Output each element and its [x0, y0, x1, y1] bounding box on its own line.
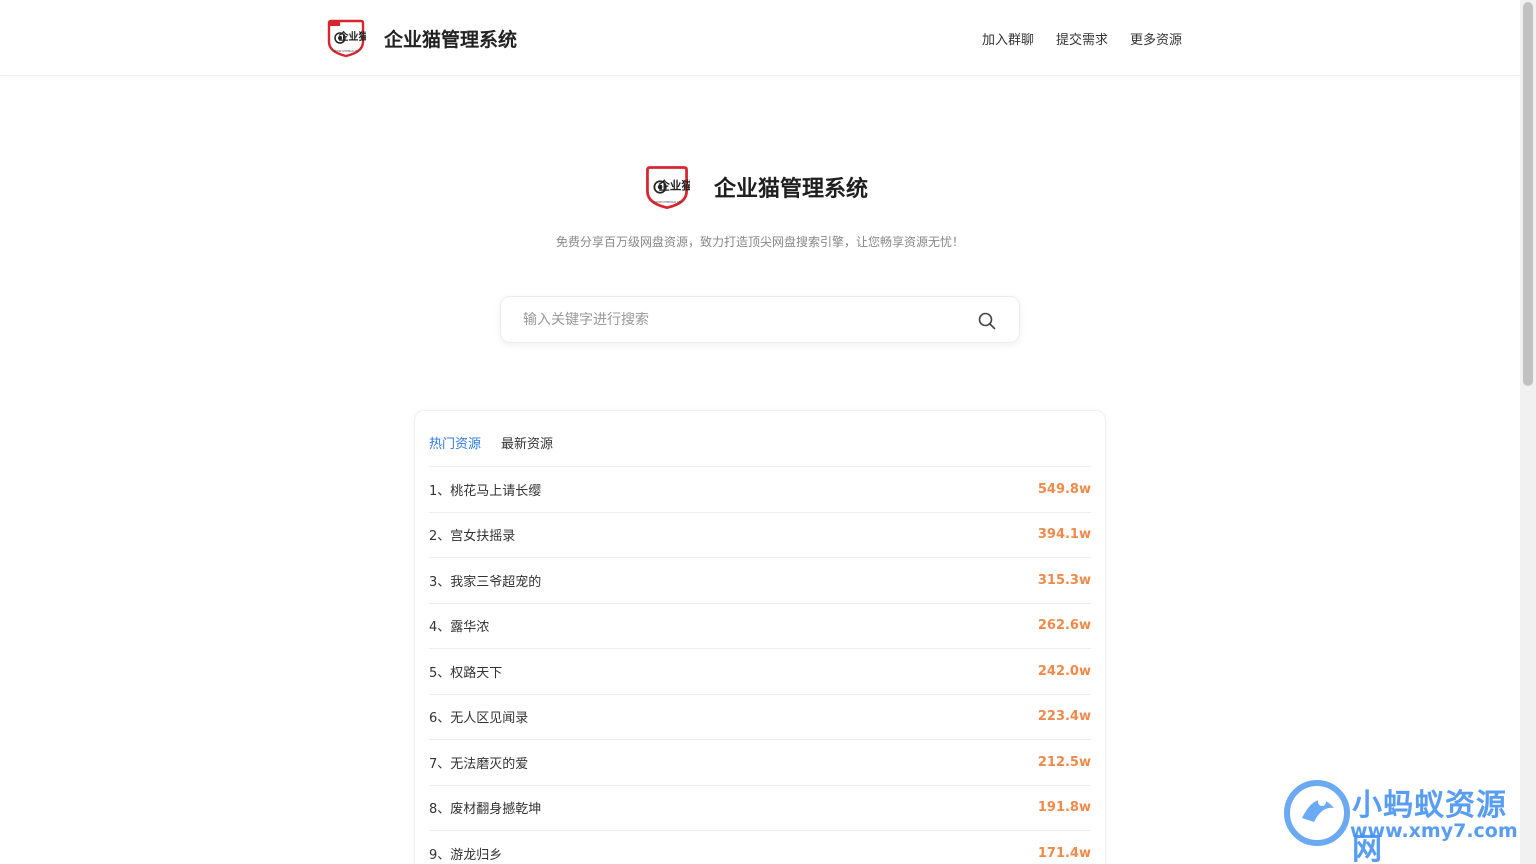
- tab-latest-resources[interactable]: 最新资源: [501, 433, 553, 452]
- nav-join-group[interactable]: 加入群聊: [982, 29, 1034, 48]
- list-item-count: 262.6w: [1037, 618, 1091, 634]
- hero-brand: 企业猫 WWW.QIYEMAO.CN 企业猫管理系统: [644, 164, 868, 210]
- hero-logo-icon: 企业猫 WWW.QIYEMAO.CN: [646, 166, 690, 210]
- list-item[interactable]: 5、权路天下 242.0w: [429, 649, 1091, 695]
- list-item[interactable]: 9、游龙归乡 171.4w: [429, 831, 1091, 864]
- hero-logo-text: 企业猫: [657, 178, 690, 192]
- list-item-title: 3、我家三爷超宠的: [429, 574, 542, 590]
- list-item-count: 242.0w: [1037, 663, 1091, 679]
- top-navbar: 企业猫 WWW.QIYEMAO.CN 企业猫管理系统 加入群聊 提交需求 更多资…: [0, 0, 1520, 76]
- search-box: [500, 296, 1020, 343]
- resource-list: 1、桃花马上请长缨 549.8w 2、宫女扶摇录 394.1w 3、我家三爷超宠…: [429, 467, 1091, 864]
- list-item-title: 8、废材翻身撼乾坤: [429, 802, 542, 818]
- nav-submit-request[interactable]: 提交需求: [1056, 29, 1108, 48]
- logo-text: 企业猫: [338, 30, 367, 43]
- list-item[interactable]: 2、宫女扶摇录 394.1w: [429, 513, 1091, 558]
- list-item-title: 7、无法磨灭的爱: [429, 756, 529, 772]
- list-item-title: 1、桃花马上请长缨: [429, 483, 542, 499]
- list-item[interactable]: 7、无法磨灭的爱 212.5w: [429, 740, 1091, 786]
- logo-icon: 企业猫 WWW.QIYEMAO.CN: [327, 19, 367, 58]
- watermark-line2: www.xmy7.com: [1350, 820, 1518, 842]
- resource-tabs: 热门资源 最新资源: [429, 433, 553, 452]
- list-item-title: 9、游龙归乡: [429, 847, 503, 863]
- list-item-count: 394.1w: [1037, 527, 1091, 543]
- hero-title: 企业猫管理系统: [714, 177, 869, 202]
- scrollbar-thumb[interactable]: [1523, 2, 1533, 386]
- main-nav: 加入群聊 提交需求 更多资源: [982, 29, 1182, 48]
- list-item[interactable]: 1、桃花马上请长缨 549.8w: [429, 467, 1091, 513]
- search-icon[interactable]: [977, 311, 997, 331]
- list-item-count: 549.8w: [1037, 481, 1091, 497]
- list-item-count: 171.4w: [1037, 845, 1091, 861]
- watermark-logo-icon: [1284, 780, 1350, 846]
- list-item-count: 212.5w: [1037, 754, 1091, 770]
- tab-hot-resources[interactable]: 热门资源: [429, 433, 481, 452]
- list-item-count: 223.4w: [1037, 709, 1091, 725]
- list-item[interactable]: 4、露华浓 262.6w: [429, 604, 1091, 649]
- search-input[interactable]: [523, 309, 953, 331]
- brand[interactable]: 企业猫 WWW.QIYEMAO.CN 企业猫管理系统: [326, 18, 517, 58]
- list-item[interactable]: 6、无人区见闻录 223.4w: [429, 695, 1091, 740]
- list-item[interactable]: 8、废材翻身撼乾坤 191.8w: [429, 786, 1091, 831]
- list-item-count: 191.8w: [1037, 800, 1091, 816]
- hero-subtitle: 免费分享百万级网盘资源，致力打造顶尖网盘搜索引擎，让您畅享资源无忧！: [555, 235, 964, 249]
- list-item-title: 4、露华浓: [429, 620, 490, 636]
- logo-subtext: WWW.QIYEMAO.CN: [334, 49, 359, 53]
- hero-logo-subtext: WWW.QIYEMAO.CN: [653, 200, 681, 204]
- nav-more-resources[interactable]: 更多资源: [1130, 29, 1182, 48]
- page: 企业猫 WWW.QIYEMAO.CN 企业猫管理系统 加入群聊 提交需求 更多资…: [0, 0, 1536, 864]
- list-item[interactable]: 3、我家三爷超宠的 315.3w: [429, 558, 1091, 604]
- page-scrollbar[interactable]: [1520, 0, 1536, 864]
- list-item-title: 5、权路天下: [429, 665, 503, 681]
- list-item-title: 2、宫女扶摇录: [429, 529, 516, 545]
- brand-title: 企业猫管理系统: [384, 28, 518, 51]
- list-item-title: 6、无人区见闻录: [429, 711, 529, 727]
- resource-card: 热门资源 最新资源 1、桃花马上请长缨 549.8w 2、宫女扶摇录 394.1…: [414, 410, 1106, 864]
- list-item-count: 315.3w: [1037, 572, 1091, 588]
- watermark: 小蚂蚁资源网 www.xmy7.com: [1282, 776, 1532, 864]
